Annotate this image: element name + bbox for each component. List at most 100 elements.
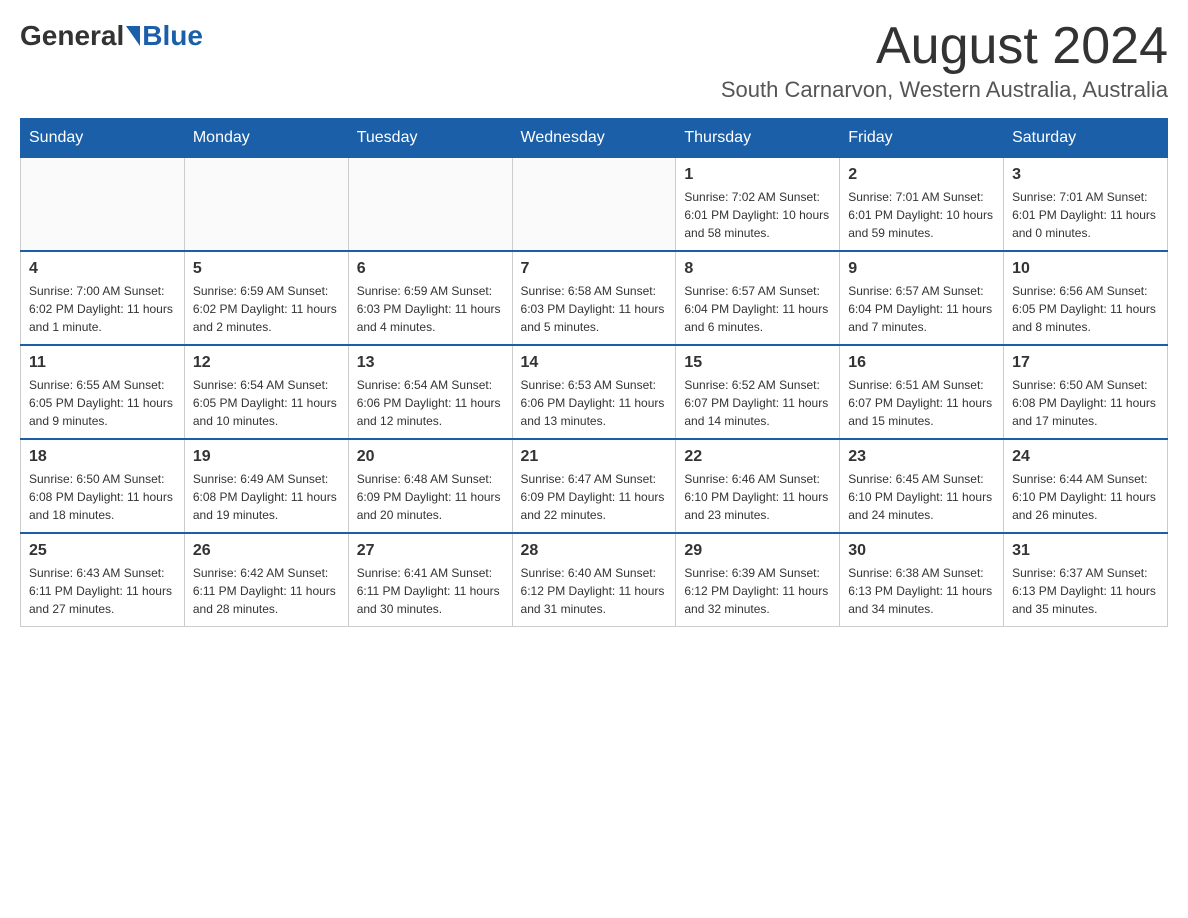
day-number: 17: [1012, 354, 1159, 372]
day-info: Sunrise: 6:37 AM Sunset: 6:13 PM Dayligh…: [1012, 564, 1159, 618]
calendar-day-cell: 7 Sunrise: 6:58 AM Sunset: 6:03 PM Daylig…: [512, 251, 676, 345]
day-number: 25: [29, 542, 176, 560]
day-number: 3: [1012, 166, 1159, 184]
day-info: Sunrise: 6:59 AM Sunset: 6:03 PM Dayligh…: [357, 282, 504, 336]
title-section: August 2024 South Carnarvon, Western Aus…: [721, 20, 1168, 103]
calendar-header-row: SundayMondayTuesdayWednesdayThursdayFrid…: [21, 119, 1168, 158]
day-of-week-header: Wednesday: [512, 119, 676, 158]
day-of-week-header: Thursday: [676, 119, 840, 158]
day-info: Sunrise: 6:49 AM Sunset: 6:08 PM Dayligh…: [193, 470, 340, 524]
day-info: Sunrise: 7:01 AM Sunset: 6:01 PM Dayligh…: [848, 188, 995, 242]
calendar-day-cell: 15 Sunrise: 6:52 AM Sunset: 6:07 PM Dayli…: [676, 345, 840, 439]
day-info: Sunrise: 6:44 AM Sunset: 6:10 PM Dayligh…: [1012, 470, 1159, 524]
day-info: Sunrise: 6:57 AM Sunset: 6:04 PM Dayligh…: [684, 282, 831, 336]
day-info: Sunrise: 7:00 AM Sunset: 6:02 PM Dayligh…: [29, 282, 176, 336]
day-number: 26: [193, 542, 340, 560]
calendar-day-cell: 18Sunrise: 6:50 AM Sunset: 6:08 PM Dayli…: [21, 439, 185, 533]
day-info: Sunrise: 6:54 AM Sunset: 6:05 PM Dayligh…: [193, 376, 340, 430]
calendar-week-row: 11 Sunrise: 6:55 AM Sunset: 6:05 PM Dayli…: [21, 345, 1168, 439]
day-number: 7: [521, 260, 668, 278]
day-number: 24: [1012, 448, 1159, 466]
day-number: 23: [848, 448, 995, 466]
calendar-week-row: 25 Sunrise: 6:43 AM Sunset: 6:11 PM Dayli…: [21, 533, 1168, 627]
calendar-day-cell: 24 Sunrise: 6:44 AM Sunset: 6:10 PM Dayli…: [1004, 439, 1168, 533]
calendar-week-row: 4 Sunrise: 7:00 AM Sunset: 6:02 PM Daylig…: [21, 251, 1168, 345]
day-number: 11: [29, 354, 176, 372]
day-info: Sunrise: 6:52 AM Sunset: 6:07 PM Dayligh…: [684, 376, 831, 430]
calendar-day-cell: [184, 158, 348, 252]
calendar-day-cell: 1Sunrise: 7:02 AM Sunset: 6:01 PM Daylig…: [676, 158, 840, 252]
day-info: Sunrise: 6:42 AM Sunset: 6:11 PM Dayligh…: [193, 564, 340, 618]
day-number: 30: [848, 542, 995, 560]
day-info: Sunrise: 6:56 AM Sunset: 6:05 PM Dayligh…: [1012, 282, 1159, 336]
day-of-week-header: Friday: [840, 119, 1004, 158]
day-number: 31: [1012, 542, 1159, 560]
calendar-day-cell: 9Sunrise: 6:57 AM Sunset: 6:04 PM Daylig…: [840, 251, 1004, 345]
calendar-day-cell: 2 Sunrise: 7:01 AM Sunset: 6:01 PM Daylig…: [840, 158, 1004, 252]
calendar-day-cell: 20 Sunrise: 6:48 AM Sunset: 6:09 PM Dayli…: [348, 439, 512, 533]
day-of-week-header: Tuesday: [348, 119, 512, 158]
calendar-day-cell: 26 Sunrise: 6:42 AM Sunset: 6:11 PM Dayli…: [184, 533, 348, 627]
day-number: 20: [357, 448, 504, 466]
day-info: Sunrise: 6:53 AM Sunset: 6:06 PM Dayligh…: [521, 376, 668, 430]
day-info: Sunrise: 6:57 AM Sunset: 6:04 PM Dayligh…: [848, 282, 995, 336]
calendar-day-cell: 11 Sunrise: 6:55 AM Sunset: 6:05 PM Dayli…: [21, 345, 185, 439]
day-number: 15: [684, 354, 831, 372]
logo: General Blue: [20, 20, 203, 52]
day-info: Sunrise: 6:43 AM Sunset: 6:11 PM Dayligh…: [29, 564, 176, 618]
calendar-day-cell: 31 Sunrise: 6:37 AM Sunset: 6:13 PM Dayli…: [1004, 533, 1168, 627]
calendar-day-cell: 14Sunrise: 6:53 AM Sunset: 6:06 PM Dayli…: [512, 345, 676, 439]
calendar-day-cell: 4 Sunrise: 7:00 AM Sunset: 6:02 PM Daylig…: [21, 251, 185, 345]
logo-triangle-icon: [126, 26, 140, 46]
day-number: 22: [684, 448, 831, 466]
calendar-day-cell: [512, 158, 676, 252]
day-info: Sunrise: 6:41 AM Sunset: 6:11 PM Dayligh…: [357, 564, 504, 618]
day-info: Sunrise: 6:59 AM Sunset: 6:02 PM Dayligh…: [193, 282, 340, 336]
logo-blue: Blue: [142, 20, 203, 52]
day-number: 8: [684, 260, 831, 278]
day-info: Sunrise: 7:01 AM Sunset: 6:01 PM Dayligh…: [1012, 188, 1159, 242]
logo-text: General Blue: [20, 20, 203, 52]
day-info: Sunrise: 6:38 AM Sunset: 6:13 PM Dayligh…: [848, 564, 995, 618]
day-number: 21: [521, 448, 668, 466]
location-subtitle: South Carnarvon, Western Australia, Aust…: [721, 77, 1168, 103]
day-info: Sunrise: 6:55 AM Sunset: 6:05 PM Dayligh…: [29, 376, 176, 430]
month-title: August 2024: [721, 20, 1168, 72]
calendar-day-cell: 25 Sunrise: 6:43 AM Sunset: 6:11 PM Dayli…: [21, 533, 185, 627]
day-info: Sunrise: 6:58 AM Sunset: 6:03 PM Dayligh…: [521, 282, 668, 336]
day-info: Sunrise: 6:46 AM Sunset: 6:10 PM Dayligh…: [684, 470, 831, 524]
day-number: 1: [684, 166, 831, 184]
day-info: Sunrise: 6:48 AM Sunset: 6:09 PM Dayligh…: [357, 470, 504, 524]
logo-general: General: [20, 20, 124, 52]
day-info: Sunrise: 6:47 AM Sunset: 6:09 PM Dayligh…: [521, 470, 668, 524]
day-of-week-header: Saturday: [1004, 119, 1168, 158]
calendar-table: SundayMondayTuesdayWednesdayThursdayFrid…: [20, 118, 1168, 627]
calendar-day-cell: 29Sunrise: 6:39 AM Sunset: 6:12 PM Dayli…: [676, 533, 840, 627]
calendar-day-cell: 13Sunrise: 6:54 AM Sunset: 6:06 PM Dayli…: [348, 345, 512, 439]
day-info: Sunrise: 6:50 AM Sunset: 6:08 PM Dayligh…: [29, 470, 176, 524]
calendar-day-cell: 12 Sunrise: 6:54 AM Sunset: 6:05 PM Dayli…: [184, 345, 348, 439]
day-info: Sunrise: 6:40 AM Sunset: 6:12 PM Dayligh…: [521, 564, 668, 618]
day-number: 19: [193, 448, 340, 466]
calendar-day-cell: 6 Sunrise: 6:59 AM Sunset: 6:03 PM Daylig…: [348, 251, 512, 345]
day-number: 5: [193, 260, 340, 278]
calendar-day-cell: [348, 158, 512, 252]
calendar-day-cell: 21 Sunrise: 6:47 AM Sunset: 6:09 PM Dayli…: [512, 439, 676, 533]
calendar-day-cell: 17Sunrise: 6:50 AM Sunset: 6:08 PM Dayli…: [1004, 345, 1168, 439]
day-info: Sunrise: 6:45 AM Sunset: 6:10 PM Dayligh…: [848, 470, 995, 524]
day-number: 12: [193, 354, 340, 372]
day-number: 28: [521, 542, 668, 560]
day-number: 27: [357, 542, 504, 560]
day-number: 2: [848, 166, 995, 184]
day-number: 4: [29, 260, 176, 278]
day-number: 6: [357, 260, 504, 278]
day-number: 10: [1012, 260, 1159, 278]
calendar-day-cell: 30 Sunrise: 6:38 AM Sunset: 6:13 PM Dayli…: [840, 533, 1004, 627]
calendar-day-cell: 28 Sunrise: 6:40 AM Sunset: 6:12 PM Dayli…: [512, 533, 676, 627]
day-info: Sunrise: 6:51 AM Sunset: 6:07 PM Dayligh…: [848, 376, 995, 430]
calendar-day-cell: 8 Sunrise: 6:57 AM Sunset: 6:04 PM Daylig…: [676, 251, 840, 345]
day-of-week-header: Monday: [184, 119, 348, 158]
calendar-day-cell: 10 Sunrise: 6:56 AM Sunset: 6:05 PM Dayli…: [1004, 251, 1168, 345]
day-info: Sunrise: 6:39 AM Sunset: 6:12 PM Dayligh…: [684, 564, 831, 618]
day-of-week-header: Sunday: [21, 119, 185, 158]
